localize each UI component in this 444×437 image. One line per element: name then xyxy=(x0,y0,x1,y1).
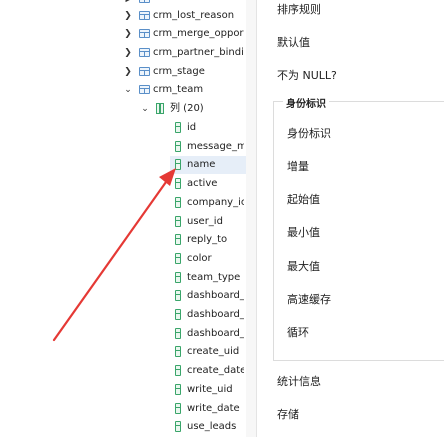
tree-row-column[interactable]: create_uid xyxy=(170,343,246,361)
default-value-label: 默认值 xyxy=(277,36,310,49)
column-label: user_id xyxy=(187,216,223,227)
cache-label: 高速缓存 xyxy=(287,293,331,306)
sort-rule-label: 排序规则 xyxy=(277,3,321,16)
table-icon xyxy=(139,29,150,38)
tree-row-crm-partner-bindi[interactable]: ❯ crm_partner_bindi xyxy=(0,44,246,62)
table-label: crm_lost_reason xyxy=(153,10,235,21)
table-icon xyxy=(139,11,150,20)
chevron-right-icon[interactable]: ❯ xyxy=(123,7,133,25)
column-icon xyxy=(175,346,181,357)
column-icon xyxy=(175,272,181,283)
column-label: team_type xyxy=(187,272,241,283)
column-label: use_leads xyxy=(187,421,237,432)
column-icon xyxy=(175,234,181,245)
column-label: dashboard_ xyxy=(187,290,244,301)
tree-row-column[interactable]: use_leads xyxy=(170,418,246,436)
statistics-label: 统计信息 xyxy=(277,375,321,388)
chevron-right-icon[interactable]: ❯ xyxy=(123,44,133,62)
tree-row-column[interactable]: company_ic xyxy=(170,194,246,212)
cycle-label: 循环 xyxy=(287,326,309,339)
tree-row-column[interactable]: write_date xyxy=(170,400,246,418)
start-value-label: 起始值 xyxy=(287,193,320,206)
column-label: dashboard_ xyxy=(187,309,244,320)
chevron-down-icon[interactable]: ⌄ xyxy=(140,100,150,118)
column-label: dashboard_ xyxy=(187,328,244,339)
column-label: color xyxy=(187,253,212,264)
tree-row-column[interactable]: dashboard_ xyxy=(170,287,246,305)
max-value-label: 最大值 xyxy=(287,260,320,273)
tree-row-column[interactable]: user_id xyxy=(170,213,246,231)
tree-row-column[interactable]: dashboard_ xyxy=(170,306,246,324)
table-icon xyxy=(139,85,150,94)
tree-row-column[interactable]: id xyxy=(170,119,246,137)
tree-row-columns-folder[interactable]: ⌄ 列 (20) xyxy=(0,100,246,118)
table-label: crm_merge_oppor xyxy=(153,28,244,39)
table-label: crm_stage xyxy=(153,66,205,77)
column-label: company_ic xyxy=(187,197,244,208)
identity-label: 身份标识 xyxy=(287,127,331,140)
table-icon xyxy=(139,48,150,57)
tree-row-column[interactable]: active xyxy=(170,175,246,193)
column-icon xyxy=(175,384,181,395)
chevron-right-icon[interactable]: ❯ xyxy=(123,63,133,81)
tree-row-column[interactable]: write_uid xyxy=(170,381,246,399)
column-label: message_m xyxy=(187,141,244,152)
column-icon xyxy=(175,290,181,301)
column-icon xyxy=(175,122,181,133)
column-icon xyxy=(175,216,181,227)
object-tree: ▶ ❯ crm_lost_reason ❯ crm_merge_oppor ❯ … xyxy=(0,0,246,437)
column-label: id xyxy=(187,122,197,133)
tree-row-column[interactable]: dashboard_ xyxy=(170,325,246,343)
tree-row-crm-lost-reason[interactable]: ❯ crm_lost_reason xyxy=(0,7,246,25)
chevron-down-icon[interactable]: ⌄ xyxy=(123,81,133,99)
chevron-right-icon[interactable]: ❯ xyxy=(123,25,133,43)
tree-row-column[interactable]: message_m xyxy=(170,138,246,156)
column-icon xyxy=(175,253,181,264)
columns-folder-label: 列 (20) xyxy=(170,103,204,114)
min-value-label: 最小值 xyxy=(287,226,320,239)
column-label: create_date xyxy=(187,365,244,376)
tree-row-column[interactable]: color xyxy=(170,250,246,268)
column-label: name xyxy=(187,159,216,170)
column-label: write_date xyxy=(187,403,240,414)
column-label: create_uid xyxy=(187,346,240,357)
column-icon xyxy=(175,328,181,339)
storage-label: 存储 xyxy=(277,408,299,421)
columns-folder-icon xyxy=(156,103,165,114)
tree-row-column[interactable]: name xyxy=(170,156,246,174)
column-icon xyxy=(175,141,181,152)
column-icon xyxy=(175,309,181,320)
tree-row-column[interactable]: team_type xyxy=(170,269,246,287)
tree-row-crm-merge-oppor[interactable]: ❯ crm_merge_oppor xyxy=(0,25,246,43)
tree-row-column[interactable]: create_date xyxy=(170,362,246,380)
column-icon xyxy=(175,197,181,208)
column-label: reply_to xyxy=(187,234,228,245)
column-icon xyxy=(175,403,181,414)
tree-row-crm-team[interactable]: ⌄ crm_team xyxy=(0,81,246,99)
table-icon xyxy=(139,0,150,3)
increment-label: 增量 xyxy=(287,160,309,173)
tree-scrollbar[interactable] xyxy=(246,0,256,437)
tree-row-column[interactable]: reply_to xyxy=(170,231,246,249)
column-icon xyxy=(175,365,181,376)
table-label: crm_partner_bindi xyxy=(153,47,244,58)
identity-group-title: 身份标识 xyxy=(283,95,329,110)
table-label: crm_team xyxy=(153,84,204,95)
column-icon xyxy=(175,159,181,170)
column-icon xyxy=(175,178,181,189)
tree-row-crm-stage[interactable]: ❯ crm_stage xyxy=(0,63,246,81)
column-label: active xyxy=(187,178,218,189)
table-icon xyxy=(139,67,150,76)
not-null-label: 不为 NULL? xyxy=(277,69,337,82)
column-label: write_uid xyxy=(187,384,233,395)
column-icon xyxy=(175,421,181,432)
